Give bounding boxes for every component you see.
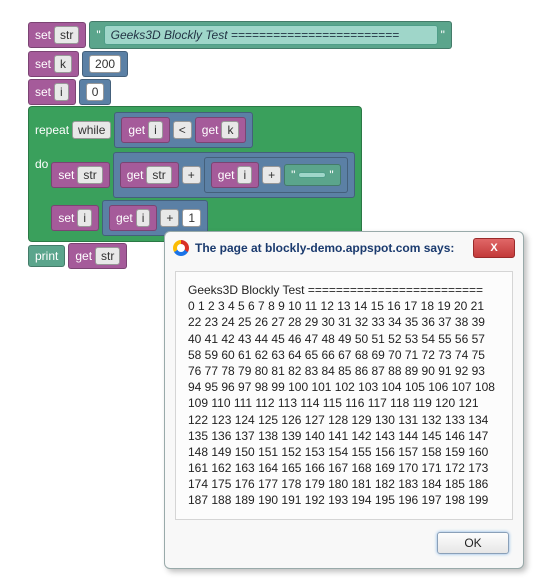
set-keyword: set (58, 168, 74, 182)
var-str[interactable]: str (54, 26, 79, 44)
string-space[interactable] (298, 172, 326, 178)
get-i-block[interactable]: get i (121, 117, 169, 143)
get-keyword: get (218, 168, 235, 182)
alert-dialog: The page at blockly-demo.appspot.com say… (164, 231, 524, 569)
print-keyword: print (35, 249, 58, 263)
operator-plus[interactable]: + (182, 166, 201, 184)
quote-icon: " (441, 28, 445, 42)
dialog-body: Geeks3D Blockly Test ===================… (175, 271, 513, 520)
number-block[interactable]: 0 (79, 79, 112, 105)
quote-icon: " (96, 28, 100, 42)
dialog-message: Geeks3D Blockly Test ===================… (188, 282, 500, 509)
set-keyword: set (35, 85, 51, 99)
block-set-k[interactable]: set k 200 (28, 50, 128, 78)
get-str-block[interactable]: get str (120, 162, 179, 188)
string-value[interactable]: Geeks3D Blockly Test ===================… (104, 25, 438, 45)
close-icon: X (490, 242, 497, 254)
block-set-str-literal[interactable]: set str " Geeks3D Blockly Test =========… (28, 20, 452, 50)
block-set-str-concat[interactable]: set str get str + get i (51, 151, 354, 199)
set-keyword: set (58, 211, 74, 225)
number-block[interactable]: 200 (82, 51, 128, 77)
get-keyword: get (128, 123, 145, 137)
close-button[interactable]: X (473, 238, 515, 258)
do-keyword: do (35, 157, 48, 171)
block-set-i[interactable]: set i 0 (28, 78, 111, 106)
get-i-block[interactable]: get i (109, 205, 157, 231)
dialog-title: The page at blockly-demo.appspot.com say… (195, 241, 454, 255)
ok-label: OK (464, 536, 481, 550)
while-dropdown[interactable]: while (72, 121, 111, 139)
set-keyword: set (35, 57, 51, 71)
var-i[interactable]: i (54, 83, 69, 101)
var-i[interactable]: i (148, 121, 163, 139)
operator-plus[interactable]: + (160, 209, 179, 227)
value-1[interactable]: 1 (182, 209, 201, 227)
string-space-block[interactable]: " " (284, 164, 341, 186)
ok-button[interactable]: OK (437, 532, 509, 554)
operator-plus[interactable]: + (262, 166, 281, 184)
var-i[interactable]: i (77, 209, 92, 227)
chrome-icon (173, 240, 189, 256)
var-i[interactable]: i (237, 166, 252, 184)
get-k-block[interactable]: get k (195, 117, 247, 143)
get-keyword: get (75, 249, 92, 263)
var-str[interactable]: str (77, 166, 102, 184)
var-k[interactable]: k (54, 55, 72, 73)
quote-icon: " (329, 168, 333, 182)
operator-lt[interactable]: < (173, 121, 192, 139)
set-block[interactable]: set str (28, 22, 86, 48)
dialog-titlebar[interactable]: The page at blockly-demo.appspot.com say… (165, 232, 523, 265)
compare-block[interactable]: get i < get k (114, 112, 253, 148)
var-k[interactable]: k (221, 121, 239, 139)
value-0[interactable]: 0 (86, 83, 105, 101)
set-keyword: set (35, 28, 51, 42)
string-literal-block[interactable]: " Geeks3D Blockly Test =================… (89, 21, 452, 49)
add-block-outer[interactable]: get str + get i + " (113, 152, 355, 198)
var-str[interactable]: str (146, 166, 171, 184)
var-str[interactable]: str (95, 247, 120, 265)
get-i-block[interactable]: get i (211, 162, 259, 188)
get-keyword: get (127, 168, 144, 182)
block-print[interactable]: print get str (28, 242, 127, 270)
var-i[interactable]: i (136, 209, 151, 227)
quote-icon: " (291, 168, 295, 182)
get-keyword: get (116, 211, 133, 225)
add-block-inner[interactable]: get i + " " (204, 157, 348, 193)
repeat-while-block[interactable]: repeat while get i < get k do se (28, 106, 362, 242)
get-keyword: get (202, 123, 219, 137)
repeat-keyword: repeat (35, 123, 69, 137)
get-str-block[interactable]: get str (68, 243, 127, 269)
value-200[interactable]: 200 (89, 55, 121, 73)
